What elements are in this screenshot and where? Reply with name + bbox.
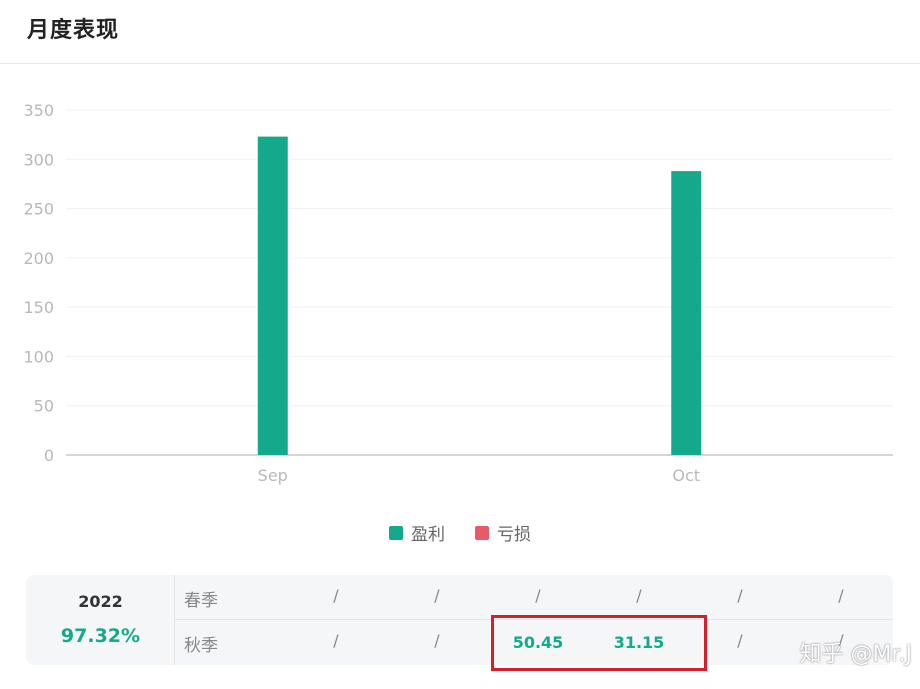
table-cell-value: 50.45 bbox=[512, 633, 564, 652]
y-tick-label: 50 bbox=[34, 397, 54, 416]
table-cell: / bbox=[434, 586, 440, 605]
monthly-bar-chart: 0 50 100 150 200 250 300 350 Sep Oct bbox=[23, 101, 893, 485]
table-cell: / bbox=[333, 586, 339, 605]
table-cell: / bbox=[737, 586, 743, 605]
page: 月度表现 0 50 100 150 200 250 300 350 Sep Oct 盈利 亏损 2… bbox=[0, 0, 920, 689]
x-tick-label: Sep bbox=[258, 466, 288, 485]
bar-sep bbox=[257, 136, 288, 455]
legend-item-profit[interactable]: 盈利 bbox=[389, 520, 445, 545]
legend-label-loss: 亏损 bbox=[497, 525, 531, 545]
table-cell: / bbox=[737, 631, 743, 650]
legend-swatch-profit bbox=[389, 525, 403, 540]
y-tick-label: 250 bbox=[23, 200, 54, 219]
table-cell: / bbox=[333, 631, 339, 650]
y-tick-label: 350 bbox=[23, 101, 54, 120]
y-tick-label: 150 bbox=[23, 298, 54, 317]
watermark-text: 知乎 @Mr.J bbox=[799, 642, 912, 667]
y-tick-label: 0 bbox=[44, 446, 54, 465]
year-cell: 2022 97.32% bbox=[26, 575, 175, 665]
table-cell-value: 31.15 bbox=[613, 633, 665, 652]
x-tick-label: Oct bbox=[672, 466, 700, 485]
season-performance-table: 2022 97.32% 春季 / / / / / / 秋季 / / 50.45 … bbox=[26, 575, 893, 665]
table-cell: / bbox=[535, 586, 541, 605]
bar-oct bbox=[671, 171, 702, 455]
year-return-percent: 97.32% bbox=[60, 625, 141, 647]
row-label-autumn: 秋季 bbox=[184, 636, 218, 656]
legend-swatch-loss bbox=[475, 525, 489, 540]
y-tick-label: 200 bbox=[23, 249, 54, 268]
year-label: 2022 bbox=[78, 592, 123, 611]
table-row-autumn: 秋季 / / 50.45 31.15 / / bbox=[175, 620, 893, 665]
table-cell: / bbox=[838, 586, 844, 605]
header: 月度表现 bbox=[0, 0, 920, 64]
table-cell: / bbox=[434, 631, 440, 650]
table-cell: / bbox=[636, 586, 642, 605]
row-label-spring: 春季 bbox=[184, 591, 218, 611]
table-row-spring: 春季 / / / / / / bbox=[175, 575, 893, 620]
legend-label-profit: 盈利 bbox=[411, 525, 445, 545]
legend-item-loss[interactable]: 亏损 bbox=[475, 520, 531, 545]
y-tick-label: 100 bbox=[23, 347, 54, 366]
y-tick-label: 300 bbox=[23, 150, 54, 169]
page-title: 月度表现 bbox=[27, 18, 120, 43]
chart-legend: 盈利 亏损 bbox=[0, 520, 920, 545]
